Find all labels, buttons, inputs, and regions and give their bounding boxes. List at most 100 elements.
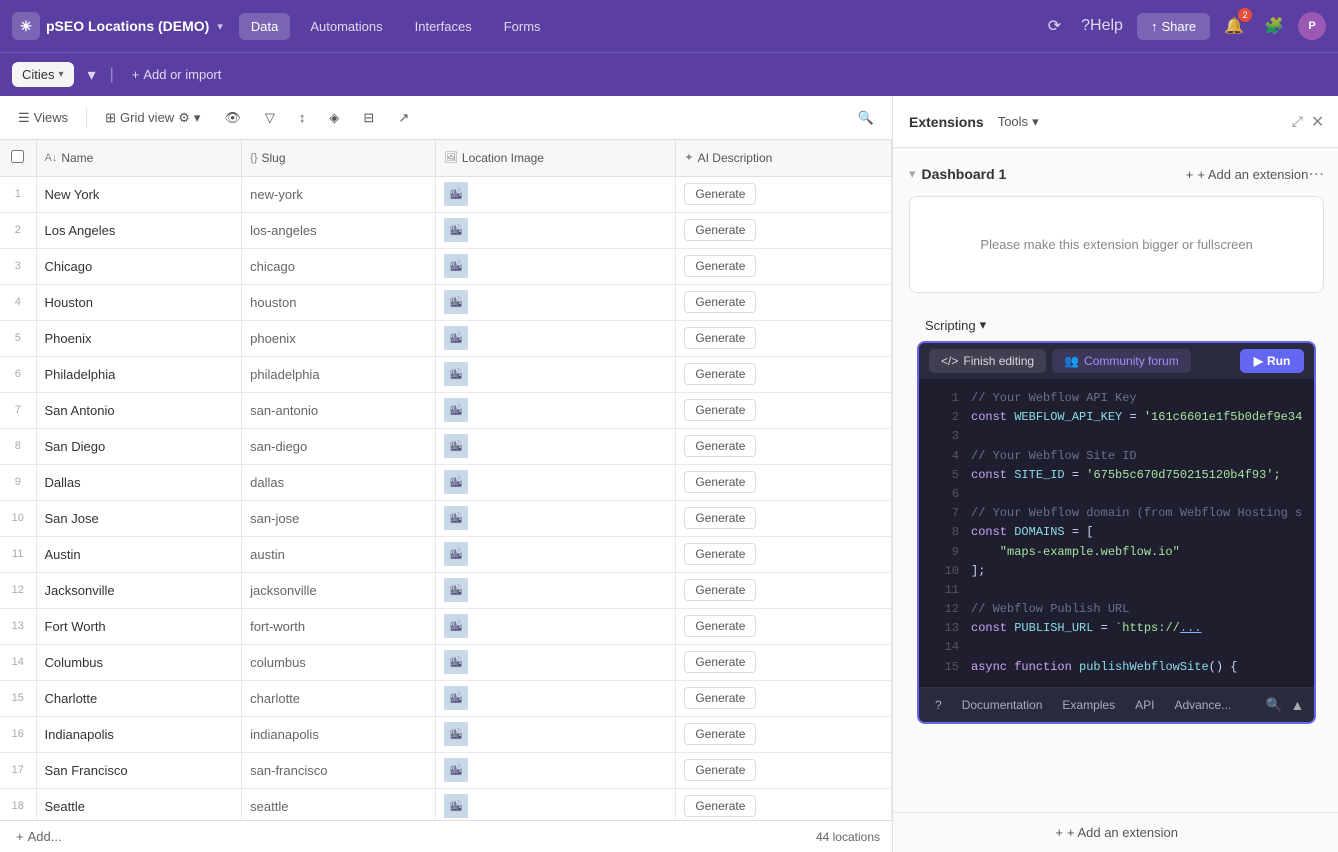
image-cell[interactable]: 🏙 [435, 176, 675, 212]
ai-cell[interactable]: Generate [676, 212, 892, 248]
slug-cell[interactable]: indianapolis [242, 716, 436, 752]
name-cell[interactable]: Indianapolis [36, 716, 242, 752]
slug-cell[interactable]: fort-worth [242, 608, 436, 644]
filter-btn[interactable]: ▽ [259, 106, 281, 130]
image-cell[interactable]: 🏙 [435, 320, 675, 356]
image-cell[interactable]: 🏙 [435, 788, 675, 820]
slug-cell[interactable]: jacksonville [242, 572, 436, 608]
add-extension-header-btn[interactable]: + + Add an extension [1186, 167, 1309, 182]
nav-forms[interactable]: Forms [492, 13, 553, 40]
image-cell[interactable]: 🏙 [435, 248, 675, 284]
image-cell[interactable]: 🏙 [435, 428, 675, 464]
view-toggle-btn[interactable]: ▾ [82, 59, 102, 91]
image-cell[interactable]: 🏙 [435, 536, 675, 572]
ai-cell[interactable]: Generate [676, 716, 892, 752]
ai-cell[interactable]: Generate [676, 752, 892, 788]
ai-cell[interactable]: Generate [676, 680, 892, 716]
image-cell[interactable]: 🏙 [435, 644, 675, 680]
share-btn[interactable]: ↑ Share [1137, 13, 1210, 40]
generate-btn[interactable]: Generate [684, 219, 756, 241]
slug-cell[interactable]: columbus [242, 644, 436, 680]
ai-cell[interactable]: Generate [676, 428, 892, 464]
ai-cell[interactable]: Generate [676, 788, 892, 820]
ai-cell[interactable]: Generate [676, 176, 892, 212]
puzzle-btn[interactable]: 🧩 [1258, 10, 1290, 42]
name-cell[interactable]: San Jose [36, 500, 242, 536]
docs-btn[interactable]: ? [929, 694, 948, 716]
grid-view-btn[interactable]: ⊞ Grid view ⚙ ▾ [99, 106, 206, 130]
name-cell[interactable]: Columbus [36, 644, 242, 680]
slug-cell[interactable]: dallas [242, 464, 436, 500]
image-cell[interactable]: 🏙 [435, 752, 675, 788]
add-import-btn[interactable]: + Add or import [122, 62, 232, 87]
slug-cell[interactable]: new-york [242, 176, 436, 212]
name-cell[interactable]: San Francisco [36, 752, 242, 788]
api-tab[interactable]: API [1129, 694, 1160, 716]
ai-cell[interactable]: Generate [676, 464, 892, 500]
slug-cell[interactable]: san-jose [242, 500, 436, 536]
image-cell[interactable]: 🏙 [435, 716, 675, 752]
ai-cell[interactable]: Generate [676, 572, 892, 608]
name-cell[interactable]: San Antonio [36, 392, 242, 428]
nav-data[interactable]: Data [239, 13, 290, 40]
code-expand-btn[interactable]: ▲ [1290, 697, 1304, 713]
name-cell[interactable]: Fort Worth [36, 608, 242, 644]
code-search-btn[interactable]: 🔍 [1266, 697, 1283, 713]
external-btn[interactable]: ↗ [392, 106, 415, 130]
advance-tab[interactable]: Advance... [1168, 694, 1237, 716]
name-cell[interactable]: Seattle [36, 788, 242, 820]
community-forum-btn[interactable]: 👥 Community forum [1052, 349, 1191, 373]
generate-btn[interactable]: Generate [684, 687, 756, 709]
select-all-checkbox[interactable] [11, 150, 24, 163]
ai-cell[interactable]: Generate [676, 608, 892, 644]
name-cell[interactable]: Jacksonville [36, 572, 242, 608]
generate-btn[interactable]: Generate [684, 363, 756, 385]
name-cell[interactable]: Austin [36, 536, 242, 572]
image-cell[interactable]: 🏙 [435, 572, 675, 608]
avatar[interactable]: P [1298, 12, 1326, 40]
generate-btn[interactable]: Generate [684, 543, 756, 565]
slug-cell[interactable]: san-antonio [242, 392, 436, 428]
image-cell[interactable]: 🏙 [435, 284, 675, 320]
generate-btn[interactable]: Generate [684, 615, 756, 637]
ai-cell[interactable]: Generate [676, 320, 892, 356]
views-btn[interactable]: ☰ Views [12, 106, 74, 130]
name-cell[interactable]: Los Angeles [36, 212, 242, 248]
name-cell[interactable]: San Diego [36, 428, 242, 464]
image-cell[interactable]: 🏙 [435, 464, 675, 500]
name-cell[interactable]: Dallas [36, 464, 242, 500]
name-cell[interactable]: Houston [36, 284, 242, 320]
slug-cell[interactable]: houston [242, 284, 436, 320]
slug-cell[interactable]: austin [242, 536, 436, 572]
notification-btn[interactable]: 🔔 2 [1218, 10, 1250, 42]
documentation-tab[interactable]: Documentation [956, 694, 1049, 716]
slug-cell[interactable]: charlotte [242, 680, 436, 716]
slug-cell[interactable]: chicago [242, 248, 436, 284]
generate-btn[interactable]: Generate [684, 723, 756, 745]
slug-cell[interactable]: san-francisco [242, 752, 436, 788]
generate-btn[interactable]: Generate [684, 795, 756, 817]
generate-btn[interactable]: Generate [684, 579, 756, 601]
history-icon-btn[interactable]: ⟳ [1042, 10, 1067, 42]
image-cell[interactable]: 🏙 [435, 356, 675, 392]
slug-cell[interactable]: san-diego [242, 428, 436, 464]
cities-tab[interactable]: Cities ▾ [12, 62, 74, 87]
examples-tab[interactable]: Examples [1056, 694, 1121, 716]
ai-cell[interactable]: Generate [676, 536, 892, 572]
generate-btn[interactable]: Generate [684, 255, 756, 277]
slug-cell[interactable]: seattle [242, 788, 436, 820]
nav-automations[interactable]: Automations [298, 13, 394, 40]
search-btn[interactable]: 🔍 [852, 106, 880, 130]
generate-btn[interactable]: Generate [684, 327, 756, 349]
nav-interfaces[interactable]: Interfaces [403, 13, 484, 40]
generate-btn[interactable]: Generate [684, 651, 756, 673]
tools-btn[interactable]: Tools ▾ [992, 110, 1045, 134]
ai-cell[interactable]: Generate [676, 500, 892, 536]
generate-btn[interactable]: Generate [684, 507, 756, 529]
ai-cell[interactable]: Generate [676, 644, 892, 680]
name-cell[interactable]: Philadelphia [36, 356, 242, 392]
image-cell[interactable]: 🏙 [435, 608, 675, 644]
ai-cell[interactable]: Generate [676, 248, 892, 284]
name-cell[interactable]: Phoenix [36, 320, 242, 356]
generate-btn[interactable]: Generate [684, 471, 756, 493]
